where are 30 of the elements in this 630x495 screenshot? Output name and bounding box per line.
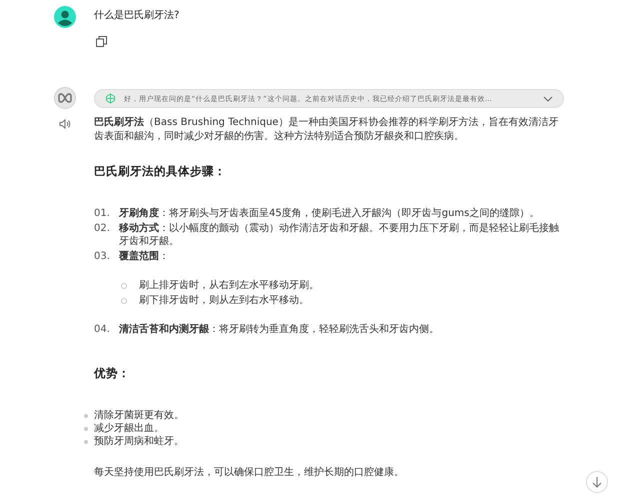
- list-number: 02.: [94, 222, 109, 236]
- step-text: 牙刷角度：将牙刷头与牙齿表面呈45度角，使刷毛进入牙龈沟（即牙齿与gums之间的缝隙）。: [119, 207, 540, 220]
- step-text: 清洁舌苔和内测牙龈：将牙刷转为垂直角度，轻轻刷洗舌头和牙齿内侧。: [119, 323, 439, 336]
- step-text: 移动方式：以小幅度的颤动（震动）动作清洁牙齿和牙龈。不要用力压下牙刷，而是轻轻让刷毛接触牙齿和牙龈。: [119, 222, 560, 248]
- step-text: 覆盖范围：: [119, 250, 169, 263]
- assistant-avatar-icon: [54, 87, 76, 109]
- arrow-down-icon: [592, 476, 602, 488]
- closing-paragraph: 每天坚持使用巴氏刷牙法，可以确保口腔卫生，维护长期的口腔健康。: [94, 466, 405, 479]
- sub-step-text: 刷上排牙齿时，从右到左水平移动牙刷。: [139, 279, 319, 292]
- section-heading: 优势：: [94, 366, 131, 381]
- benefit-text: 清除牙菌斑更有效。: [94, 409, 184, 422]
- user-message: 什么是巴氏刷牙法?: [94, 8, 180, 23]
- list-number: 04.: [94, 323, 109, 336]
- chevron-icon: [543, 96, 553, 102]
- intro-paragraph: 巴氏刷牙法（Bass Brushing Technique）是一种由美国牙科协会推荐的科学刷牙方法，旨在有效清洁牙齿表面和龈沟，同时减少对牙龈的伤害。这种方法特别适合预防牙龈炎和口腔疾病。: [94, 116, 560, 144]
- list-number: 01.: [94, 207, 109, 220]
- copy-icon[interactable]: [96, 36, 107, 47]
- benefit-text: 预防牙周病和蛀牙。: [94, 435, 184, 448]
- sub-step-text: 刷下排牙齿时，则从左到右水平移动。: [139, 294, 309, 307]
- bullet-icon: [84, 414, 88, 418]
- bullet-icon: [84, 426, 88, 430]
- user-avatar-icon: [54, 6, 76, 28]
- bullet-icon: [84, 440, 88, 444]
- list-number: 03.: [94, 250, 109, 263]
- section-heading: 巴氏刷牙法的具体步骤：: [94, 164, 227, 179]
- scroll-down-button[interactable]: [586, 471, 608, 493]
- speaker-icon[interactable]: [59, 119, 71, 129]
- bullet-icon: [121, 298, 127, 304]
- benefit-text: 减少牙龈出血。: [94, 422, 164, 435]
- bullet-icon: [121, 282, 127, 288]
